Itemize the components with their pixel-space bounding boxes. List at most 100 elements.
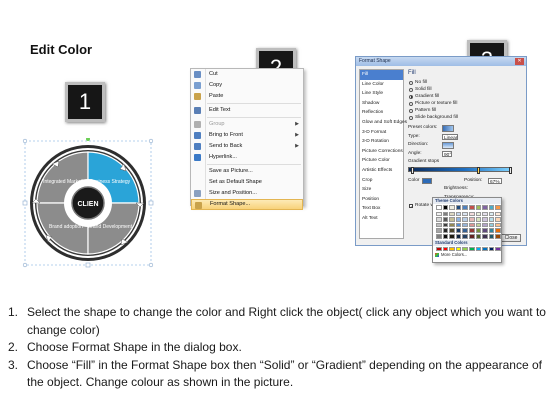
dialog-nav-item-picture-corrections[interactable]: Picture Corrections — [360, 147, 403, 157]
color-swatch[interactable] — [488, 222, 495, 228]
fill-option-pattern-fill[interactable]: Pattern fill — [408, 107, 524, 114]
color-swatch[interactable] — [442, 222, 449, 228]
color-swatch[interactable] — [436, 211, 442, 217]
color-swatch[interactable] — [468, 217, 475, 222]
color-swatch[interactable] — [495, 211, 501, 217]
color-swatch[interactable] — [455, 228, 462, 233]
dialog-nav-item-position[interactable]: Position — [360, 195, 403, 205]
dialog-nav-item-line-color[interactable]: Line Color — [360, 80, 403, 90]
color-swatch[interactable] — [495, 222, 501, 228]
color-swatch[interactable] — [488, 233, 495, 239]
fill-option-gradient-fill[interactable]: Gradient fill — [408, 93, 524, 100]
stop-color-button[interactable] — [422, 177, 432, 184]
dialog-nav-item-artistic-effects[interactable]: Artistic Effects — [360, 166, 403, 176]
color-swatch[interactable] — [462, 246, 468, 252]
color-swatch[interactable] — [436, 233, 442, 239]
color-swatch[interactable] — [449, 228, 455, 233]
color-swatch[interactable] — [495, 205, 501, 210]
dialog-nav-item-text-box[interactable]: Text Box — [360, 204, 403, 214]
color-swatch[interactable] — [488, 246, 495, 252]
gradient-stop-handle[interactable] — [509, 166, 512, 174]
color-swatch[interactable] — [495, 246, 501, 252]
fill-option-no-fill[interactable]: No fill — [408, 79, 524, 86]
color-swatch[interactable] — [488, 205, 495, 210]
menu-item-save-as-picture[interactable]: Save as Picture... — [191, 166, 303, 177]
radio-button[interactable] — [409, 87, 413, 92]
color-swatch[interactable] — [482, 246, 488, 252]
dialog-nav-item-alt-text[interactable]: Alt Text — [360, 214, 403, 224]
color-swatch[interactable] — [475, 233, 482, 239]
color-swatch[interactable] — [475, 228, 482, 233]
color-swatch[interactable] — [449, 222, 455, 228]
color-swatch[interactable] — [488, 228, 495, 233]
color-swatch[interactable] — [468, 205, 475, 210]
menu-item-hyperlink[interactable]: Hyperlink... — [191, 152, 303, 163]
preset-colors-button[interactable] — [442, 125, 454, 132]
color-swatch[interactable] — [475, 246, 482, 252]
color-swatch[interactable] — [455, 246, 462, 252]
color-swatch[interactable] — [482, 211, 488, 217]
color-swatch[interactable] — [449, 211, 455, 217]
color-swatch[interactable] — [495, 233, 501, 239]
color-swatch[interactable] — [468, 222, 475, 228]
gradient-stop-handle[interactable] — [411, 166, 414, 174]
radio-button[interactable] — [409, 101, 413, 106]
color-swatch[interactable] — [449, 217, 455, 222]
angle-input[interactable]: 90° — [442, 150, 452, 158]
dialog-nav-item-size[interactable]: Size — [360, 185, 403, 195]
radio-button[interactable] — [409, 108, 413, 113]
color-swatch[interactable] — [455, 217, 462, 222]
color-swatch[interactable] — [436, 222, 442, 228]
color-swatch[interactable] — [482, 233, 488, 239]
fill-option-slide-background-fill[interactable]: Slide background fill — [408, 114, 524, 121]
color-swatch[interactable] — [442, 228, 449, 233]
radio-button[interactable] — [409, 94, 413, 99]
color-swatch[interactable] — [468, 233, 475, 239]
menu-item-copy[interactable]: Copy — [191, 80, 303, 91]
cycle-diagram[interactable]: Integrated Marketing Business Strategy B… — [22, 134, 154, 268]
color-swatch[interactable] — [436, 205, 442, 210]
color-swatch[interactable] — [449, 205, 455, 210]
color-swatch[interactable] — [436, 246, 442, 252]
menu-item-edit-text[interactable]: Edit Text — [191, 105, 303, 116]
color-swatch[interactable] — [475, 217, 482, 222]
color-swatch[interactable] — [442, 217, 449, 222]
color-swatch[interactable] — [462, 211, 468, 217]
color-swatch[interactable] — [495, 228, 501, 233]
color-swatch[interactable] — [449, 246, 455, 252]
dialog-nav-item-reflection[interactable]: Reflection — [360, 108, 403, 118]
dialog-close-icon[interactable]: ✕ — [515, 58, 524, 65]
rotate-checkbox[interactable]: ✓ — [409, 203, 413, 208]
color-swatch[interactable] — [462, 217, 468, 222]
menu-item-paste[interactable]: Paste — [191, 91, 303, 102]
color-swatch[interactable] — [449, 233, 455, 239]
gradient-stops-bar[interactable] — [408, 166, 524, 177]
color-swatch[interactable] — [442, 211, 449, 217]
menu-item-size-and-position[interactable]: Size and Position... — [191, 188, 303, 199]
menu-item-cut[interactable]: Cut — [191, 69, 303, 80]
color-swatch[interactable] — [436, 217, 442, 222]
color-swatch[interactable] — [455, 205, 462, 210]
color-swatch[interactable] — [468, 211, 475, 217]
color-swatch[interactable] — [462, 222, 468, 228]
gradient-stop-handle-selected[interactable] — [477, 166, 480, 174]
dialog-nav-item-glow-and-soft-edges[interactable]: Glow and Soft Edges — [360, 118, 407, 128]
color-swatch[interactable] — [468, 246, 475, 252]
color-swatch[interactable] — [475, 205, 482, 210]
more-colors-item[interactable]: More Colors... — [433, 252, 501, 258]
color-swatch[interactable] — [482, 217, 488, 222]
color-swatch[interactable] — [455, 222, 462, 228]
color-swatch[interactable] — [442, 233, 449, 239]
fill-option-picture-or-texture-fill[interactable]: Picture or texture fill — [408, 100, 524, 107]
menu-item-send-to-back[interactable]: Send to Back ▶ — [191, 141, 303, 152]
color-swatch[interactable] — [462, 205, 468, 210]
position-input[interactable]: 67% — [488, 177, 502, 185]
dialog-nav-item-fill[interactable]: Fill — [360, 70, 403, 80]
fill-option-solid-fill[interactable]: Solid fill — [408, 86, 524, 93]
menu-item-format-shape[interactable]: Format Shape... — [191, 199, 303, 210]
color-swatch[interactable] — [495, 217, 501, 222]
color-swatch[interactable] — [462, 228, 468, 233]
radio-button[interactable] — [409, 115, 413, 120]
color-swatch[interactable] — [482, 228, 488, 233]
color-swatch[interactable] — [475, 211, 482, 217]
